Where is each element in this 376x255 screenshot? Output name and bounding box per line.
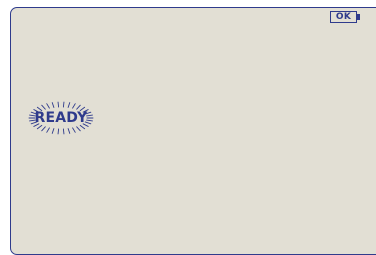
ready-status-label: READY bbox=[34, 110, 88, 126]
ready-indicator: READY bbox=[27, 100, 95, 136]
device-screen: OK READY bbox=[10, 7, 376, 255]
battery-terminal bbox=[357, 14, 360, 20]
battery-indicator: OK bbox=[330, 11, 360, 23]
battery-status-label: OK bbox=[335, 12, 352, 22]
